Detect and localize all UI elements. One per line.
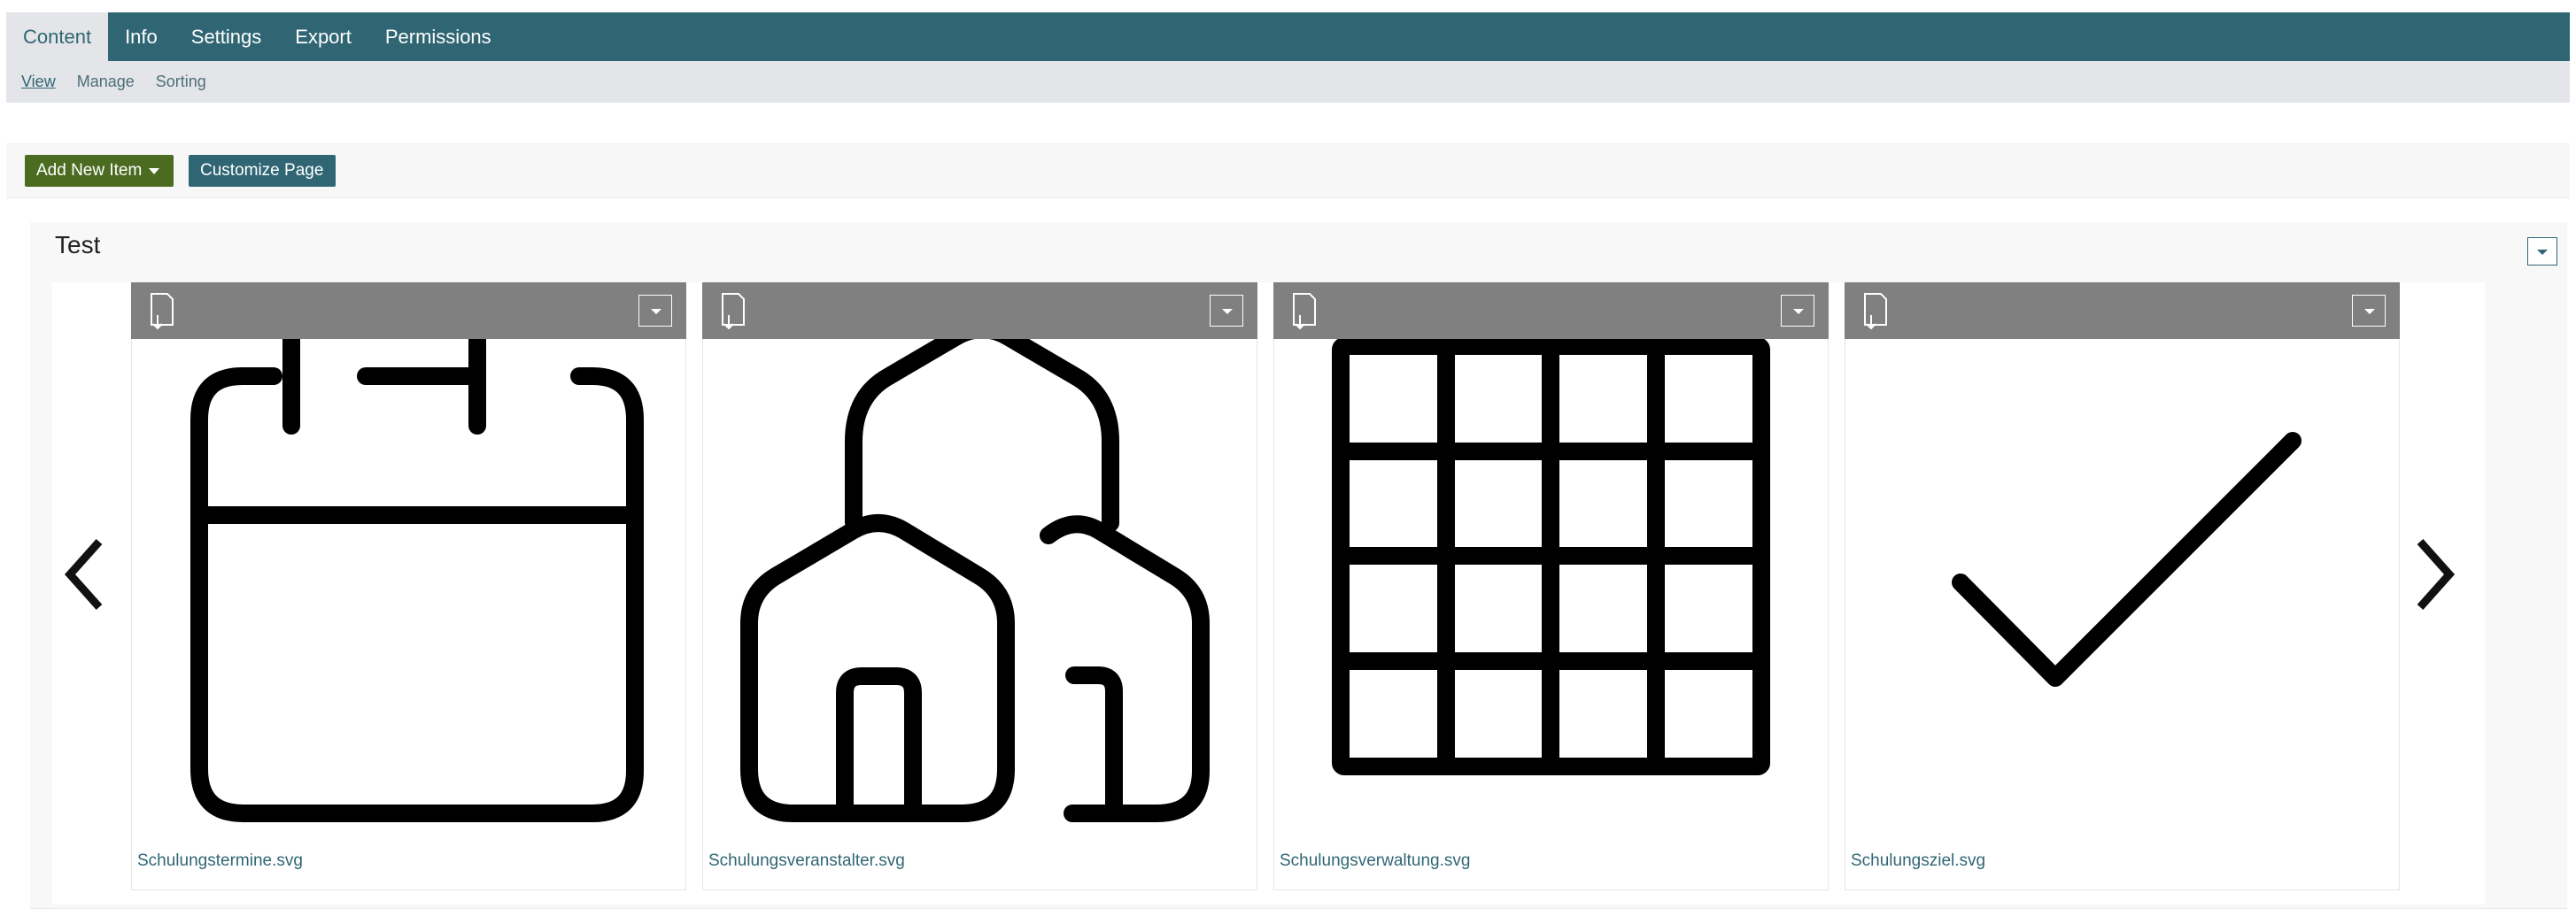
card-header xyxy=(131,282,686,339)
tab-export[interactable]: Export xyxy=(278,12,368,61)
subtab-view[interactable]: View xyxy=(21,73,56,91)
caret-down-icon xyxy=(1793,309,1804,314)
card-menu-button[interactable] xyxy=(638,295,672,327)
file-download-icon[interactable] xyxy=(1860,291,1890,330)
sub-nav: View Manage Sorting xyxy=(6,61,2570,103)
card-header xyxy=(702,282,1257,339)
grid-icon xyxy=(1274,282,1830,849)
add-new-item-label: Add New Item xyxy=(36,161,143,180)
gallery-card[interactable]: Schulungsverwaltung.svg xyxy=(1273,282,1829,890)
calendar-icon xyxy=(132,282,687,849)
customize-page-label: Customize Page xyxy=(200,161,324,180)
card-filename[interactable]: Schulungsverwaltung.svg xyxy=(1280,851,1470,871)
tab-settings[interactable]: Settings xyxy=(174,12,279,61)
customize-page-button[interactable]: Customize Page xyxy=(189,155,336,187)
card-filename[interactable]: Schulungsveranstalter.svg xyxy=(708,851,905,871)
gallery-card[interactable]: Schulungsziel.svg xyxy=(1845,282,2400,890)
carousel: Schulungstermine.svg Schulungsveranstalt… xyxy=(52,282,2485,905)
toolbar: Add New Item Customize Page xyxy=(6,143,2570,198)
gallery-panel: Test Schulungstermine.svg Schulungsveran… xyxy=(30,222,2567,909)
chevron-left-icon xyxy=(64,539,103,610)
card-filename[interactable]: Schulungstermine.svg xyxy=(137,851,303,871)
file-download-icon[interactable] xyxy=(146,291,176,330)
houses-icon xyxy=(703,282,1258,849)
subtab-sorting[interactable]: Sorting xyxy=(156,73,206,91)
caret-down-icon xyxy=(149,167,160,174)
carousel-next-button[interactable] xyxy=(2407,535,2460,614)
card-menu-button[interactable] xyxy=(1210,295,1243,327)
card-menu-button[interactable] xyxy=(2352,295,2386,327)
card-header xyxy=(1845,282,2400,339)
gallery-card[interactable]: Schulungstermine.svg xyxy=(131,282,686,890)
tab-content[interactable]: Content xyxy=(6,12,109,61)
add-new-item-button[interactable]: Add New Item xyxy=(25,155,174,187)
caret-down-icon xyxy=(651,309,661,314)
file-download-icon[interactable] xyxy=(1288,291,1319,330)
tab-permissions[interactable]: Permissions xyxy=(368,12,508,61)
gallery-card[interactable]: Schulungsveranstalter.svg xyxy=(702,282,1257,890)
caret-down-icon xyxy=(2364,309,2375,314)
caret-down-icon xyxy=(2537,250,2548,255)
chevron-right-icon xyxy=(2417,539,2456,610)
card-menu-button[interactable] xyxy=(1781,295,1814,327)
checkmark-icon xyxy=(1845,282,2401,849)
file-download-icon[interactable] xyxy=(717,291,747,330)
top-tab-bar: Content Info Settings Export Permissions xyxy=(6,12,2570,61)
subtab-manage[interactable]: Manage xyxy=(77,73,135,91)
tab-info[interactable]: Info xyxy=(108,12,174,61)
panel-menu-button[interactable] xyxy=(2527,237,2557,266)
card-header xyxy=(1273,282,1829,339)
card-filename[interactable]: Schulungsziel.svg xyxy=(1851,851,1985,871)
carousel-prev-button[interactable] xyxy=(59,535,112,614)
panel-title: Test xyxy=(55,231,101,258)
caret-down-icon xyxy=(1222,309,1233,314)
